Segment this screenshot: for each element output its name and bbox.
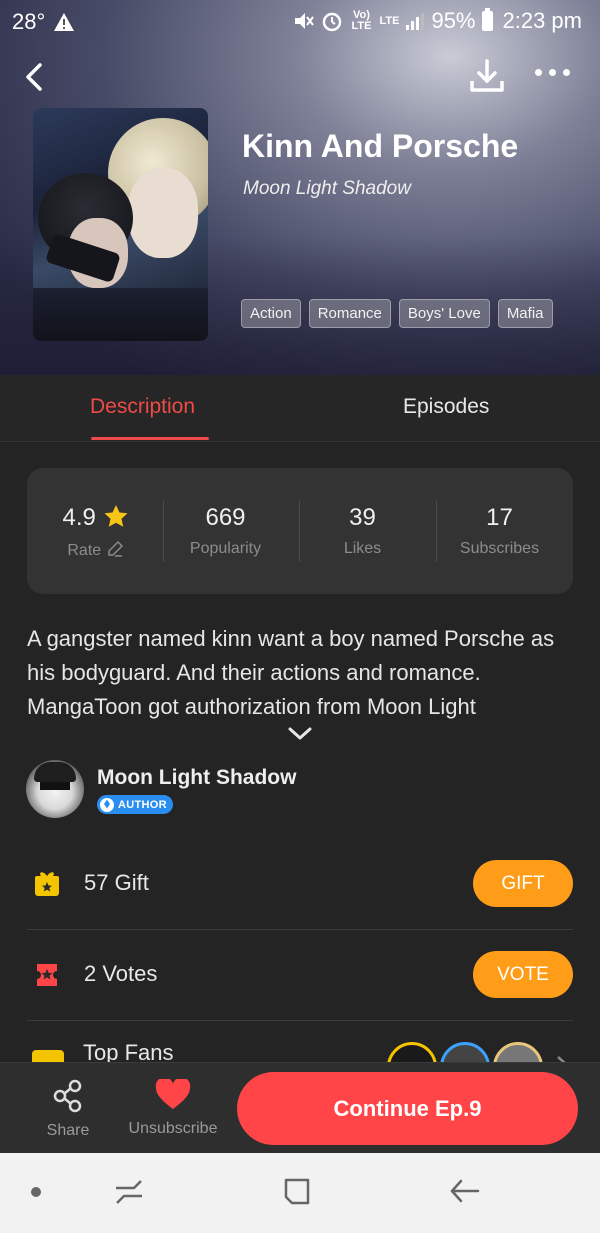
more-button[interactable] [535, 69, 570, 76]
crown-icon [32, 1050, 64, 1063]
stat-popularity: 669 Popularity [157, 504, 294, 558]
fan-avatar[interactable] [440, 1042, 490, 1063]
author-name[interactable]: Moon Light Shadow [97, 766, 296, 790]
popularity-value: 669 [205, 504, 246, 531]
stat-rate[interactable]: 4.9 Rate [27, 504, 164, 560]
heart-icon [155, 1077, 191, 1109]
signal-icon [406, 13, 425, 30]
comic-author[interactable]: Moon Light Shadow [243, 178, 411, 200]
back-button[interactable] [22, 59, 46, 100]
votes-count: 2 Votes [84, 961, 158, 986]
continue-reading-button[interactable]: Continue Ep.9 [237, 1072, 578, 1145]
share-label: Share [46, 1122, 90, 1139]
battery-icon [481, 8, 493, 31]
expand-description-button[interactable] [287, 726, 313, 747]
unsubscribe-button[interactable]: Unsubscribe [125, 1077, 221, 1138]
home-icon[interactable] [282, 1177, 312, 1207]
vote-button[interactable]: VOTE [473, 951, 573, 998]
edit-pencil-icon [107, 540, 123, 557]
download-button[interactable] [468, 57, 506, 100]
votes-row: 2 Votes VOTE [27, 929, 573, 1021]
gift-button[interactable]: GIFT [473, 860, 573, 907]
fan-avatar[interactable] [493, 1042, 543, 1063]
bottom-action-bar: Share Unsubscribe Continue Ep.9 [0, 1062, 600, 1154]
mute-icon [295, 13, 315, 29]
battery-percent: 95% [431, 8, 476, 33]
rate-label: Rate [67, 542, 102, 559]
active-tab-indicator [91, 437, 209, 440]
fan-avatar[interactable] [387, 1042, 437, 1063]
recent-apps-icon[interactable] [114, 1177, 144, 1207]
stats-card: 4.9 Rate 669 Popularity 39 Likes 17 Subs… [27, 468, 573, 594]
status-bar: 28° Vo) LTE LTE 95% 2:23 pm [0, 0, 600, 44]
star-icon [104, 505, 128, 527]
comic-title: Kinn And Porsche [242, 128, 519, 164]
top-fans-label: Top Fans [83, 1040, 174, 1063]
volte-label: Vo) LTE [351, 9, 372, 32]
rate-value: 4.9 [62, 504, 96, 531]
author-badge: AUTHOR [97, 795, 173, 814]
alarm-icon [323, 12, 342, 32]
comic-description: A gangster named kinn want a boy named P… [27, 626, 555, 719]
system-nav-bar [0, 1153, 600, 1233]
nav-dot-icon[interactable] [31, 1187, 41, 1197]
author-card[interactable]: Moon Light Shadow AUTHOR [26, 760, 586, 820]
lte-label: LTE [379, 14, 400, 27]
stat-subscribes: 17 Subscribes [431, 504, 568, 558]
tag-mafia[interactable]: Mafia [497, 299, 553, 328]
tab-bar: Description Episodes [0, 375, 600, 442]
stat-likes: 39 Likes [294, 504, 431, 558]
tab-episodes[interactable]: Episodes [403, 395, 489, 419]
back-arrow-icon [26, 63, 42, 91]
author-badge-label: AUTHOR [118, 798, 167, 811]
top-toolbar [0, 55, 600, 99]
author-badge-icon [100, 797, 114, 812]
unsubscribe-label: Unsubscribe [128, 1120, 218, 1137]
popularity-label: Popularity [189, 540, 262, 557]
tab-description[interactable]: Description [90, 395, 195, 419]
download-icon [470, 59, 504, 92]
back-nav-icon[interactable] [449, 1177, 481, 1207]
gift-row: 57 Gift GIFT [27, 838, 573, 930]
share-icon [53, 1079, 82, 1113]
author-avatar[interactable] [26, 760, 84, 818]
gift-count: 57 Gift [84, 870, 149, 895]
warning-icon [54, 13, 75, 31]
more-dots-icon [535, 69, 542, 76]
gift-icon [35, 872, 59, 896]
clock: 2:23 pm [502, 8, 583, 33]
likes-label: Likes [343, 540, 382, 557]
genre-tags: Action Romance Boys' Love Mafia [241, 299, 553, 328]
likes-value: 39 [349, 504, 376, 531]
vote-ticket-icon [37, 964, 57, 986]
comic-cover-image [33, 108, 208, 341]
share-button[interactable]: Share [38, 1079, 98, 1140]
chevron-down-icon [288, 727, 312, 740]
tag-boys-love[interactable]: Boys' Love [398, 299, 490, 328]
top-fans-row[interactable]: Top Fans [27, 1020, 573, 1063]
subscribes-value: 17 [486, 504, 513, 531]
subscribes-label: Subscribes [459, 540, 540, 557]
temperature: 28° [12, 9, 46, 34]
tag-action[interactable]: Action [241, 299, 301, 328]
tag-romance[interactable]: Romance [308, 299, 391, 328]
